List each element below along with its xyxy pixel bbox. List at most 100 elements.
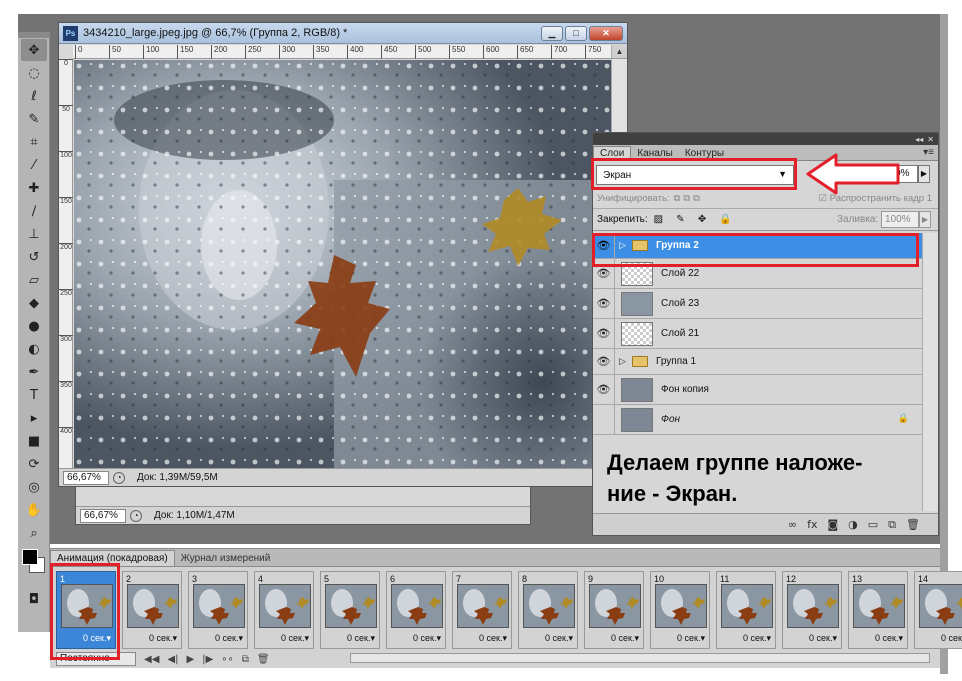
panel-header[interactable]: ◂◂ ✕: [593, 133, 938, 145]
collapse-icon[interactable]: ◂◂: [915, 135, 923, 144]
layer-row-layer-23[interactable]: 👁 Слой 23: [593, 289, 923, 319]
zoom-tool-icon[interactable]: ⌕: [21, 522, 47, 544]
move-tool-icon[interactable]: ✥: [21, 39, 47, 61]
marquee-tool-icon[interactable]: ◌: [21, 62, 47, 84]
fill-arrow-icon[interactable]: ▶: [919, 211, 931, 228]
animation-frame[interactable]: 6 0 сек.▾: [386, 571, 446, 649]
add-mask-icon[interactable]: ◙: [827, 518, 838, 531]
history-brush-tool-icon[interactable]: ↺: [21, 246, 47, 268]
duplicate-frame-icon[interactable]: ⧉: [242, 654, 249, 665]
pen-tool-icon[interactable]: ✒: [21, 361, 47, 383]
frame-delay[interactable]: 0 сек.▾: [611, 633, 639, 644]
animation-frame[interactable]: 10 0 сек.▾: [650, 571, 710, 649]
foreground-color-chip[interactable]: [22, 549, 38, 565]
eraser-tool-icon[interactable]: ▱: [21, 269, 47, 291]
layer-row-background[interactable]: Фон 🔒: [593, 405, 923, 435]
frame-delay[interactable]: 0 сек.▾: [215, 633, 243, 644]
eyedropper-tool-icon[interactable]: ⁄: [21, 154, 47, 176]
lasso-tool-icon[interactable]: ℓ: [21, 85, 47, 107]
zoom-field[interactable]: 66,67%: [63, 470, 109, 485]
layer-row-background-copy[interactable]: 👁 Фон копия: [593, 375, 923, 405]
3d-orbit-tool-icon[interactable]: ◎: [21, 476, 47, 498]
visibility-toggle[interactable]: [593, 405, 615, 434]
eye-icon[interactable]: 👁: [593, 375, 615, 404]
panel-close-icon[interactable]: ✕: [927, 135, 934, 144]
eye-icon[interactable]: 👁: [593, 289, 615, 318]
fx-icon[interactable]: fx: [807, 518, 817, 531]
frame-delay[interactable]: 0 сек.▾: [479, 633, 507, 644]
animation-frame[interactable]: 7 0 сек.▾: [452, 571, 512, 649]
scroll-up-icon[interactable]: ▲: [612, 45, 627, 59]
animation-frame[interactable]: 3 0 сек.▾: [188, 571, 248, 649]
delete-frame-icon[interactable]: 🗑: [257, 654, 270, 665]
frame-delay[interactable]: 0 сек.▾: [413, 633, 441, 644]
brush-tool-icon[interactable]: ∕: [21, 200, 47, 222]
maximize-icon[interactable]: □: [565, 25, 587, 41]
3d-rotate-tool-icon[interactable]: ⟳: [21, 453, 47, 475]
animation-frame[interactable]: 11 0 сек.▾: [716, 571, 776, 649]
close-icon[interactable]: ✕: [589, 25, 623, 41]
layer-row-group-1[interactable]: 👁 ▷ Группа 1: [593, 349, 923, 375]
status-icon[interactable]: ◔: [113, 471, 125, 484]
document-canvas[interactable]: [74, 60, 612, 470]
frame-delay[interactable]: 0 сек.▾: [941, 633, 962, 644]
next-frame-icon[interactable]: |▶: [202, 654, 213, 665]
type-tool-icon[interactable]: T: [21, 384, 47, 406]
paint-bucket-tool-icon[interactable]: ◆: [21, 292, 47, 314]
trash-icon[interactable]: 🗑: [906, 518, 920, 531]
animation-frame[interactable]: 14 0 сек.▾: [914, 571, 962, 649]
frame-delay[interactable]: 0 сек.▾: [545, 633, 573, 644]
back-status-icon[interactable]: ◔: [130, 509, 142, 522]
expand-triangle-icon[interactable]: ▷: [619, 357, 629, 367]
animation-frame[interactable]: 12 0 сек.▾: [782, 571, 842, 649]
quick-select-tool-icon[interactable]: ✎: [21, 108, 47, 130]
hand-tool-icon[interactable]: ✋: [21, 499, 47, 521]
tween-icon[interactable]: ∘∘: [221, 654, 234, 665]
tools-grip[interactable]: [18, 32, 49, 38]
back-zoom-field[interactable]: 66,67%: [80, 508, 126, 523]
panel-menu-icon[interactable]: ▾≡: [923, 147, 934, 158]
blur-tool-icon[interactable]: ●: [21, 315, 47, 337]
opacity-arrow-icon[interactable]: ▶: [918, 165, 930, 183]
vertical-ruler[interactable]: 0 50 100 150 200 250 300 350 400: [59, 59, 73, 468]
lock-icons[interactable]: ▨ ✎ ✥ 🔒: [654, 214, 737, 225]
document-titlebar[interactable]: Ps 3434210_large.jpeg.jpg @ 66,7% (Групп…: [59, 23, 627, 44]
animation-frame[interactable]: 4 0 сек.▾: [254, 571, 314, 649]
clone-stamp-tool-icon[interactable]: ⊥: [21, 223, 47, 245]
prev-frame-icon[interactable]: ◀|: [167, 654, 178, 665]
healing-brush-tool-icon[interactable]: ✚: [21, 177, 47, 199]
eye-icon[interactable]: 👁: [593, 319, 615, 348]
unify-icons[interactable]: ⧉⧉⧉: [674, 193, 703, 204]
play-icon[interactable]: ▶: [186, 654, 194, 665]
document-window[interactable]: Ps 3434210_large.jpeg.jpg @ 66,7% (Групп…: [58, 22, 628, 487]
new-group-icon[interactable]: ▭: [868, 518, 878, 531]
shape-tool-icon[interactable]: ■: [21, 430, 47, 452]
fill-field[interactable]: 100%: [881, 211, 919, 228]
quick-mask-icon[interactable]: ◘: [21, 588, 47, 610]
minimize-icon[interactable]: ▁: [541, 25, 563, 41]
eye-icon[interactable]: 👁: [593, 349, 615, 374]
horizontal-ruler[interactable]: 0 50 100 150 200 250 300 350 400 450 500 550 600 650 7…: [73, 45, 611, 59]
animation-frame[interactable]: 2 0 сек.▾: [122, 571, 182, 649]
path-select-tool-icon[interactable]: ▸: [21, 407, 47, 429]
frame-delay[interactable]: 0 сек.▾: [149, 633, 177, 644]
animation-frame[interactable]: 5 0 сек.▾: [320, 571, 380, 649]
adjustment-layer-icon[interactable]: ◑: [848, 518, 858, 531]
frame-delay[interactable]: 0 сек.▾: [875, 633, 903, 644]
animation-frame[interactable]: 9 0 сек.▾: [584, 571, 644, 649]
new-layer-icon[interactable]: ⧉: [888, 518, 896, 532]
link-layers-icon[interactable]: ∞: [788, 518, 797, 531]
animation-frame[interactable]: 13 0 сек.▾: [848, 571, 908, 649]
dodge-tool-icon[interactable]: ◐: [21, 338, 47, 360]
animation-frame[interactable]: 8 0 сек.▾: [518, 571, 578, 649]
frame-delay[interactable]: 0 сек.▾: [677, 633, 705, 644]
first-frame-icon[interactable]: ◀◀: [144, 654, 159, 665]
layer-row-layer-21[interactable]: 👁 Слой 21: [593, 319, 923, 349]
tab-measurement-log[interactable]: Журнал измерений: [175, 551, 277, 566]
crop-tool-icon[interactable]: ⌗: [21, 131, 47, 153]
frame-delay[interactable]: 0 сек.▾: [743, 633, 771, 644]
frame-delay[interactable]: 0 сек.▾: [347, 633, 375, 644]
frame-delay[interactable]: 0 сек.▾: [281, 633, 309, 644]
frame-delay[interactable]: 0 сек.▾: [809, 633, 837, 644]
frames-scrollbar[interactable]: [350, 653, 930, 663]
